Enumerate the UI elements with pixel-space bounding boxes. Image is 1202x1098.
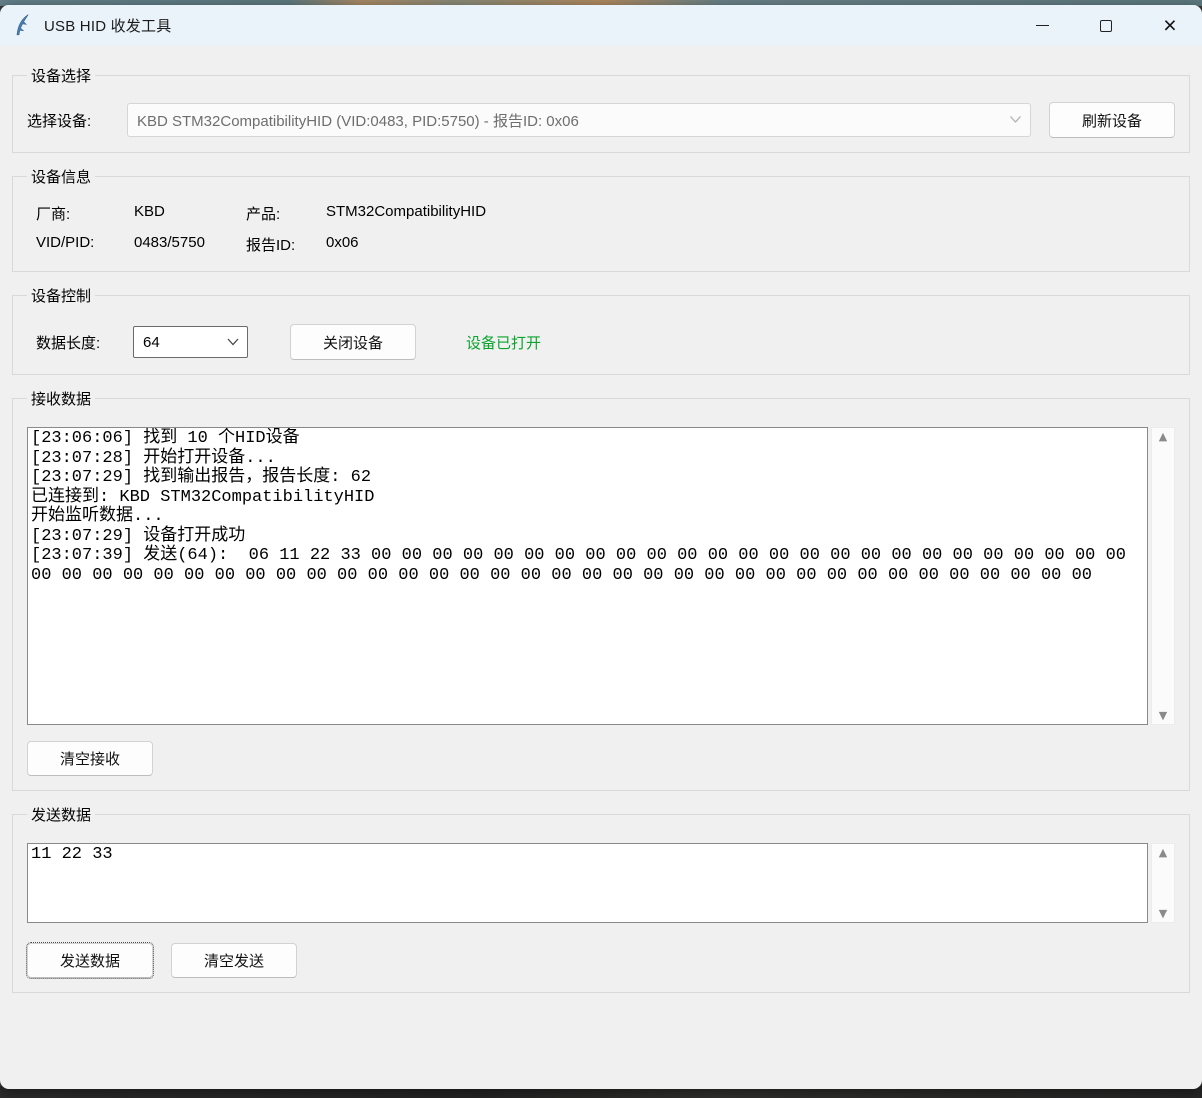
clear-receive-button[interactable]: 清空接收 [27,741,153,776]
scroll-down-icon[interactable]: ▼ [1159,908,1167,919]
maximize-button[interactable] [1074,5,1138,46]
vidpid-value: 0483/5750 [134,234,205,251]
send-data-group-label: 发送数据 [31,807,92,824]
receive-data-group: 接收数据 [23:06:06] 找到 10 个HID设备 [23:07:28] … [12,388,1190,791]
vidpid-label: VID/PID: [36,234,95,251]
close-button[interactable]: × [1138,5,1202,46]
window-title: USB HID 收发工具 [44,18,172,35]
scroll-up-icon[interactable]: ▲ [1159,847,1167,858]
product-label: 产品: [246,206,281,223]
maximize-icon [1100,19,1112,32]
send-data-button[interactable]: 发送数据 [26,942,154,979]
device-control-group-label: 设备控制 [31,288,92,305]
data-length-value: 64 [143,333,160,351]
device-info-group: 设备信息 厂商: KBD 产品: STM32CompatibilityHID V… [12,166,1190,272]
device-info-group-label: 设备信息 [31,169,92,186]
device-status-text: 设备已打开 [466,334,542,352]
vendor-label: 厂商: [36,206,71,223]
client-area: 设备选择 选择设备: KBD STM32CompatibilityHID (VI… [0,46,1202,993]
product-value: STM32CompatibilityHID [326,203,487,220]
device-combobox[interactable]: KBD STM32CompatibilityHID (VID:0483, PID… [127,103,1031,137]
device-selection-group-label: 设备选择 [31,68,92,85]
close-icon: × [1163,12,1177,38]
device-control-group: 设备控制 数据长度: 64 关闭设备 设备已打开 [12,285,1190,375]
select-device-label: 选择设备: [27,112,92,130]
receive-scrollbar[interactable]: ▲ ▼ [1151,427,1175,725]
send-data-textarea[interactable]: 11 22 33 [27,843,1148,923]
app-window: USB HID 收发工具 × 设备选择 选择设备: KBD STM32Compa… [0,5,1202,1089]
receive-data-group-label: 接收数据 [31,391,92,408]
report-id-label: 报告ID: [246,237,296,254]
chevron-down-icon [1009,111,1022,129]
chevron-down-icon [227,333,239,351]
device-info-grid: 厂商: KBD 产品: STM32CompatibilityHID VID/PI… [27,197,1175,257]
window-controls: × [1010,5,1202,46]
titlebar[interactable]: USB HID 收发工具 × [0,5,1202,46]
minimize-button[interactable] [1010,5,1074,46]
device-selection-group: 设备选择 选择设备: KBD STM32CompatibilityHID (VI… [12,65,1190,153]
data-length-combobox[interactable]: 64 [133,326,248,358]
device-combobox-value: KBD STM32CompatibilityHID (VID:0483, PID… [137,112,579,130]
minimize-icon [1035,25,1049,26]
close-device-button[interactable]: 关闭设备 [290,324,416,360]
report-id-value: 0x06 [326,234,359,251]
clear-send-button[interactable]: 清空发送 [171,943,297,978]
scroll-down-icon[interactable]: ▼ [1159,710,1167,721]
vendor-value: KBD [134,203,165,220]
scroll-up-icon[interactable]: ▲ [1159,431,1167,442]
receive-log-textarea[interactable]: [23:06:06] 找到 10 个HID设备 [23:07:28] 开始打开设… [27,427,1148,725]
send-data-group: 发送数据 11 22 33 ▲ ▼ 发送数据 清空发送 [12,804,1190,993]
send-scrollbar[interactable]: ▲ ▼ [1151,843,1175,923]
tk-feather-icon [14,14,32,38]
refresh-devices-button[interactable]: 刷新设备 [1049,102,1175,138]
data-length-label: 数据长度: [36,334,101,352]
